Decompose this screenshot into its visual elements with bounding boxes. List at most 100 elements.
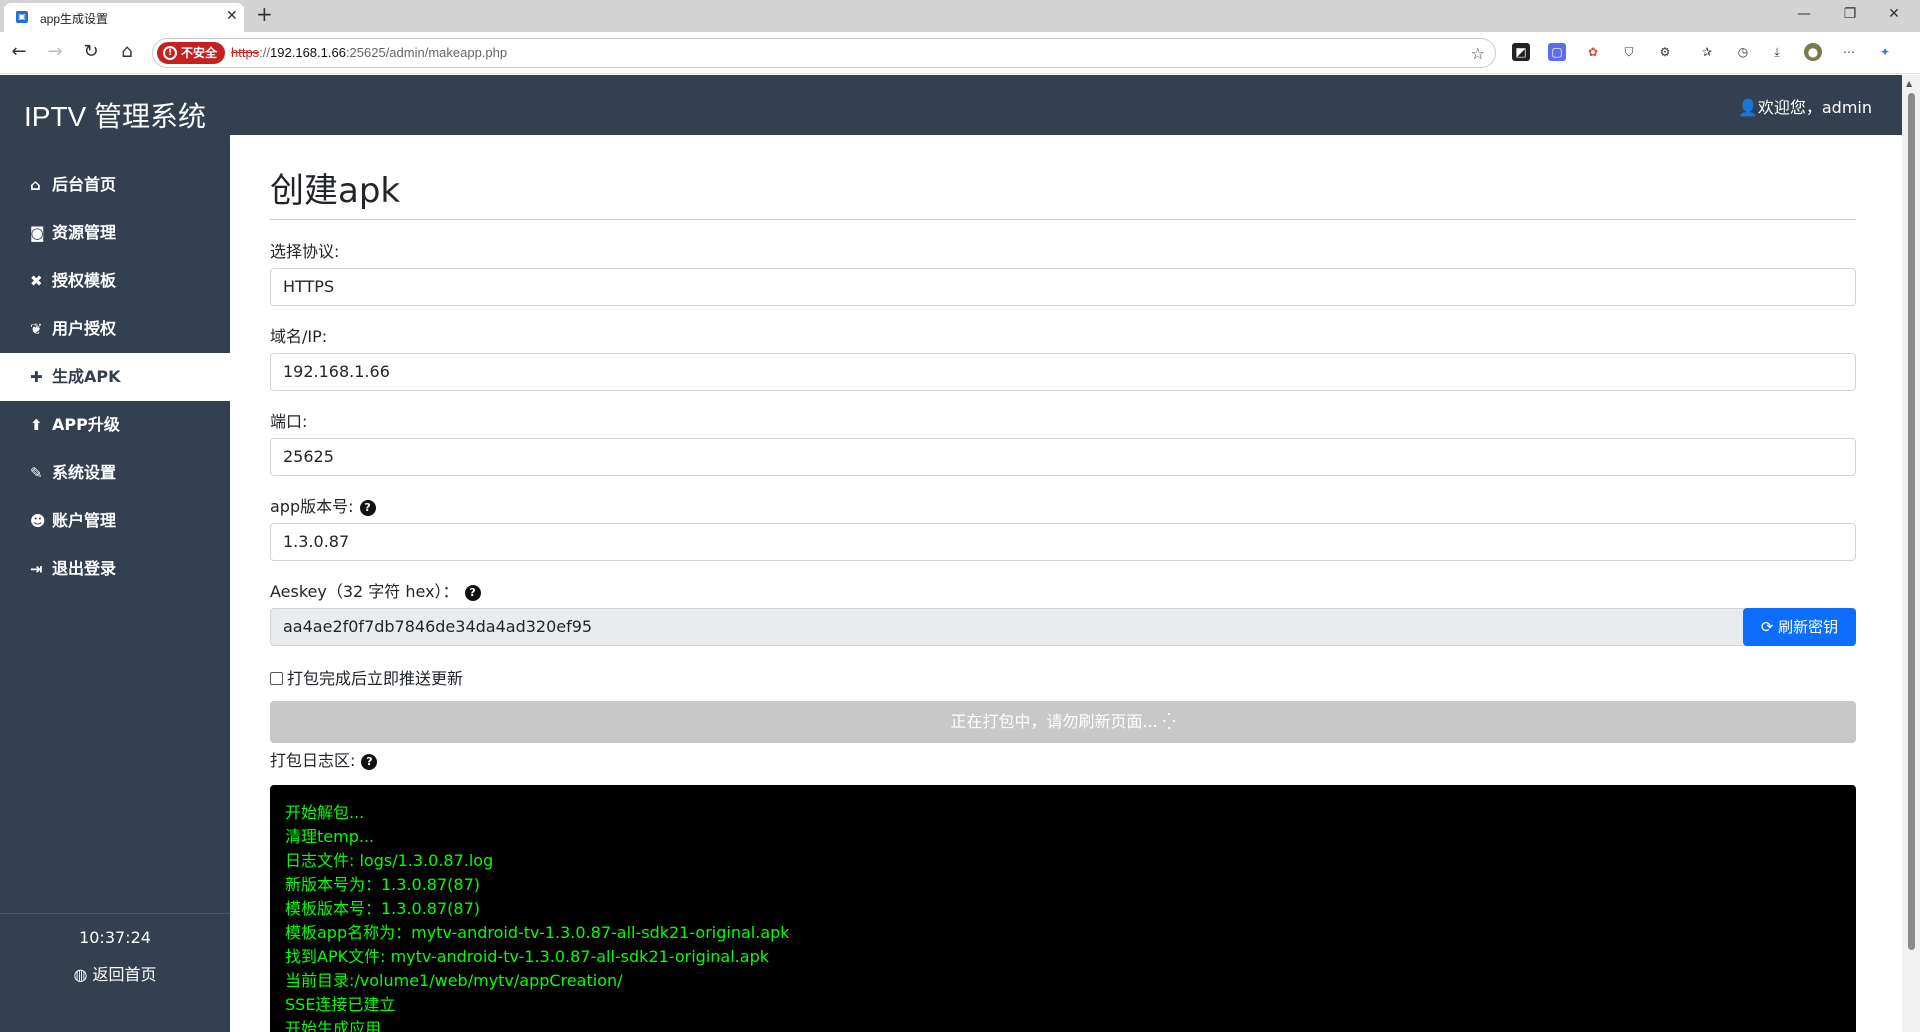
build-button[interactable]: 正在打包中，请勿刷新页面... ⁛ [270, 701, 1856, 743]
forward-icon[interactable]: → [44, 42, 66, 62]
url-path: :25625/admin/makeapp.php [345, 45, 508, 60]
sidebar-item-label: 系统设置 [52, 463, 117, 482]
port-label: 端口: [270, 412, 308, 431]
logout-icon: ⇥ [30, 560, 43, 578]
extension-screen-icon[interactable]: ▢ [1548, 43, 1566, 61]
log-line: 开始生成应用... [285, 1019, 397, 1032]
aeskey-label: Aeskey（32 字符 hex）： [270, 582, 459, 601]
brand-title: IPTV 管理系统 [24, 101, 207, 132]
scroll-up-icon[interactable]: ▲ [1906, 79, 1912, 88]
sidebar-item-dashboard[interactable]: ⌂ 后台首页 [0, 161, 230, 209]
port-input[interactable]: 25625 [270, 438, 1856, 476]
title-divider [270, 219, 1856, 220]
log-label: 打包日志区: [270, 751, 356, 770]
log-line: 找到APK文件: mytv-android-tv-1.3.0.87-all-sd… [285, 947, 769, 966]
extension-shield-icon[interactable]: ⛉ [1620, 43, 1638, 61]
url-text: https://192.168.1.66:25625/admin/makeapp… [231, 45, 507, 60]
return-home-link[interactable]: ◍ 返回首页 [0, 961, 230, 985]
extension-chart-icon[interactable]: ◩ [1512, 43, 1530, 61]
log-line: 清理temp... [285, 827, 375, 846]
history-icon[interactable]: ◷ [1734, 43, 1752, 61]
sidebar-item-app-upgrade[interactable]: ⬆ APP升级 [0, 401, 230, 449]
wrench-icon: ✎ [30, 464, 43, 482]
globe-icon: ◍ [73, 965, 93, 984]
welcome-text: 欢迎您，admin [1757, 98, 1872, 117]
sidebar-item-label: 退出登录 [52, 559, 117, 578]
url-protocol: https [231, 45, 260, 60]
push-update-row[interactable]: 打包完成后立即推送更新 [270, 665, 463, 689]
new-tab-button[interactable]: + [256, 4, 273, 24]
version-input[interactable]: 1.3.0.87 [270, 523, 1856, 561]
reload-icon[interactable]: ↻ [80, 42, 102, 62]
insecure-badge[interactable]: ! 不安全 [157, 42, 226, 64]
browser-tab[interactable]: ▣ app生成设置 ✕ [4, 3, 244, 32]
tools-icon: ✖ [30, 272, 43, 290]
tab-favicon-icon: ▣ [16, 11, 28, 23]
version-label: app版本号: [270, 497, 354, 516]
question-circle-icon[interactable]: ? [361, 754, 378, 770]
user-icon: 👤 [1737, 98, 1758, 117]
rss-icon: ◙ [30, 224, 45, 242]
protocol-select[interactable]: HTTPS [270, 268, 1856, 306]
sidebar-item-user-auth[interactable]: ❦ 用户授权 [0, 305, 230, 353]
sidebar-footer: 10:37:24 ◍ 返回首页 [0, 913, 230, 985]
log-line: 模板app名称为：mytv-android-tv-1.3.0.87-all-sd… [285, 923, 790, 942]
log-line: 日志文件: logs/1.3.0.87.log [285, 851, 494, 870]
puzzle-icon: ✚ [30, 368, 43, 386]
minimize-icon[interactable]: — [1794, 6, 1814, 22]
sidebar: IPTV 管理系统 ⌂ 后台首页 ◙ 资源管理 ✖ 授权模板 ❦ 用户授权 ✚ 生成APK… [0, 75, 230, 1032]
upload-circle-icon: ⬆ [30, 416, 43, 434]
refresh-key-button[interactable]: ⟳ 刷新密钥 [1743, 608, 1856, 646]
sidebar-item-label: 账户管理 [52, 511, 117, 530]
sidebar-item-label: APP升级 [52, 415, 120, 434]
url-field[interactable]: ! 不安全 https://192.168.1.66:25625/admin/m… [152, 38, 1496, 68]
push-update-label: 打包完成后立即推送更新 [287, 669, 464, 688]
push-update-checkbox[interactable] [270, 672, 283, 685]
insecure-label: 不安全 [181, 46, 218, 60]
log-label-row: 打包日志区:? [270, 747, 378, 771]
leaf-icon: ❦ [30, 320, 43, 338]
log-line: SSE连接已建立 [285, 995, 396, 1014]
profile-avatar-icon[interactable]: ● [1804, 43, 1822, 61]
question-circle-icon[interactable]: ? [359, 500, 376, 516]
host-input[interactable]: 192.168.1.66 [270, 353, 1856, 391]
return-home-label: 返回首页 [92, 965, 157, 984]
tab-close-icon[interactable]: ✕ [226, 8, 238, 24]
version-label-row: app版本号:? [270, 493, 376, 517]
extensions-puzzle-icon[interactable]: ⚙ [1656, 43, 1674, 61]
extension-colors-icon[interactable]: ✿ [1584, 43, 1602, 61]
aeskey-input[interactable]: aa4ae2f0f7db7846de34da4ad320ef95 [270, 608, 1804, 646]
sidebar-item-make-apk[interactable]: ✚ 生成APK [0, 353, 230, 401]
sidebar-menu: ⌂ 后台首页 ◙ 资源管理 ✖ 授权模板 ❦ 用户授权 ✚ 生成APK ⬆ APP升级 ✎ 系… [0, 161, 230, 593]
tab-title: app生成设置 [40, 12, 109, 26]
sidebar-item-logout[interactable]: ⇥ 退出登录 [0, 545, 230, 593]
sidebar-item-label: 授权模板 [52, 271, 117, 290]
aeskey-label-row: Aeskey（32 字符 hex）：? [270, 578, 481, 602]
top-bar: 👤欢迎您，admin [230, 75, 1902, 135]
refresh-key-label: 刷新密钥 [1778, 618, 1839, 636]
main-content: 创建apk 选择协议: HTTPS 域名/IP: 192.168.1.66 端口… [230, 135, 1902, 1032]
sidebar-item-label: 用户授权 [52, 319, 117, 338]
home-icon[interactable]: ⌂ [116, 42, 138, 62]
sidebar-item-templates[interactable]: ✖ 授权模板 [0, 257, 230, 305]
refresh-icon: ⟳ [1760, 618, 1779, 636]
scroll-thumb[interactable] [1908, 93, 1915, 950]
favorite-star-icon[interactable]: ☆ [1471, 44, 1485, 63]
download-icon[interactable]: ⤓ [1768, 43, 1786, 61]
back-icon[interactable]: ← [8, 42, 30, 62]
users-icon: ☻ [30, 512, 46, 530]
log-line: 开始解包... [285, 803, 365, 822]
user-welcome[interactable]: 👤欢迎您，admin [1738, 94, 1872, 118]
question-circle-icon[interactable]: ? [464, 585, 481, 601]
sidebar-item-settings[interactable]: ✎ 系统设置 [0, 449, 230, 497]
page-scrollbar[interactable]: ▲ [1902, 75, 1920, 1032]
copilot-icon[interactable]: ✦ [1876, 43, 1894, 61]
sidebar-item-accounts[interactable]: ☻ 账户管理 [0, 497, 230, 545]
url-separator: :// [259, 45, 271, 60]
restore-icon[interactable]: ❐ [1840, 6, 1860, 22]
home-icon: ⌂ [30, 176, 41, 194]
sidebar-item-resources[interactable]: ◙ 资源管理 [0, 209, 230, 257]
more-menu-icon[interactable]: ⋯ [1840, 43, 1858, 61]
favorites-icon[interactable]: ✰ [1698, 43, 1716, 61]
window-close-icon[interactable]: ✕ [1884, 6, 1904, 22]
